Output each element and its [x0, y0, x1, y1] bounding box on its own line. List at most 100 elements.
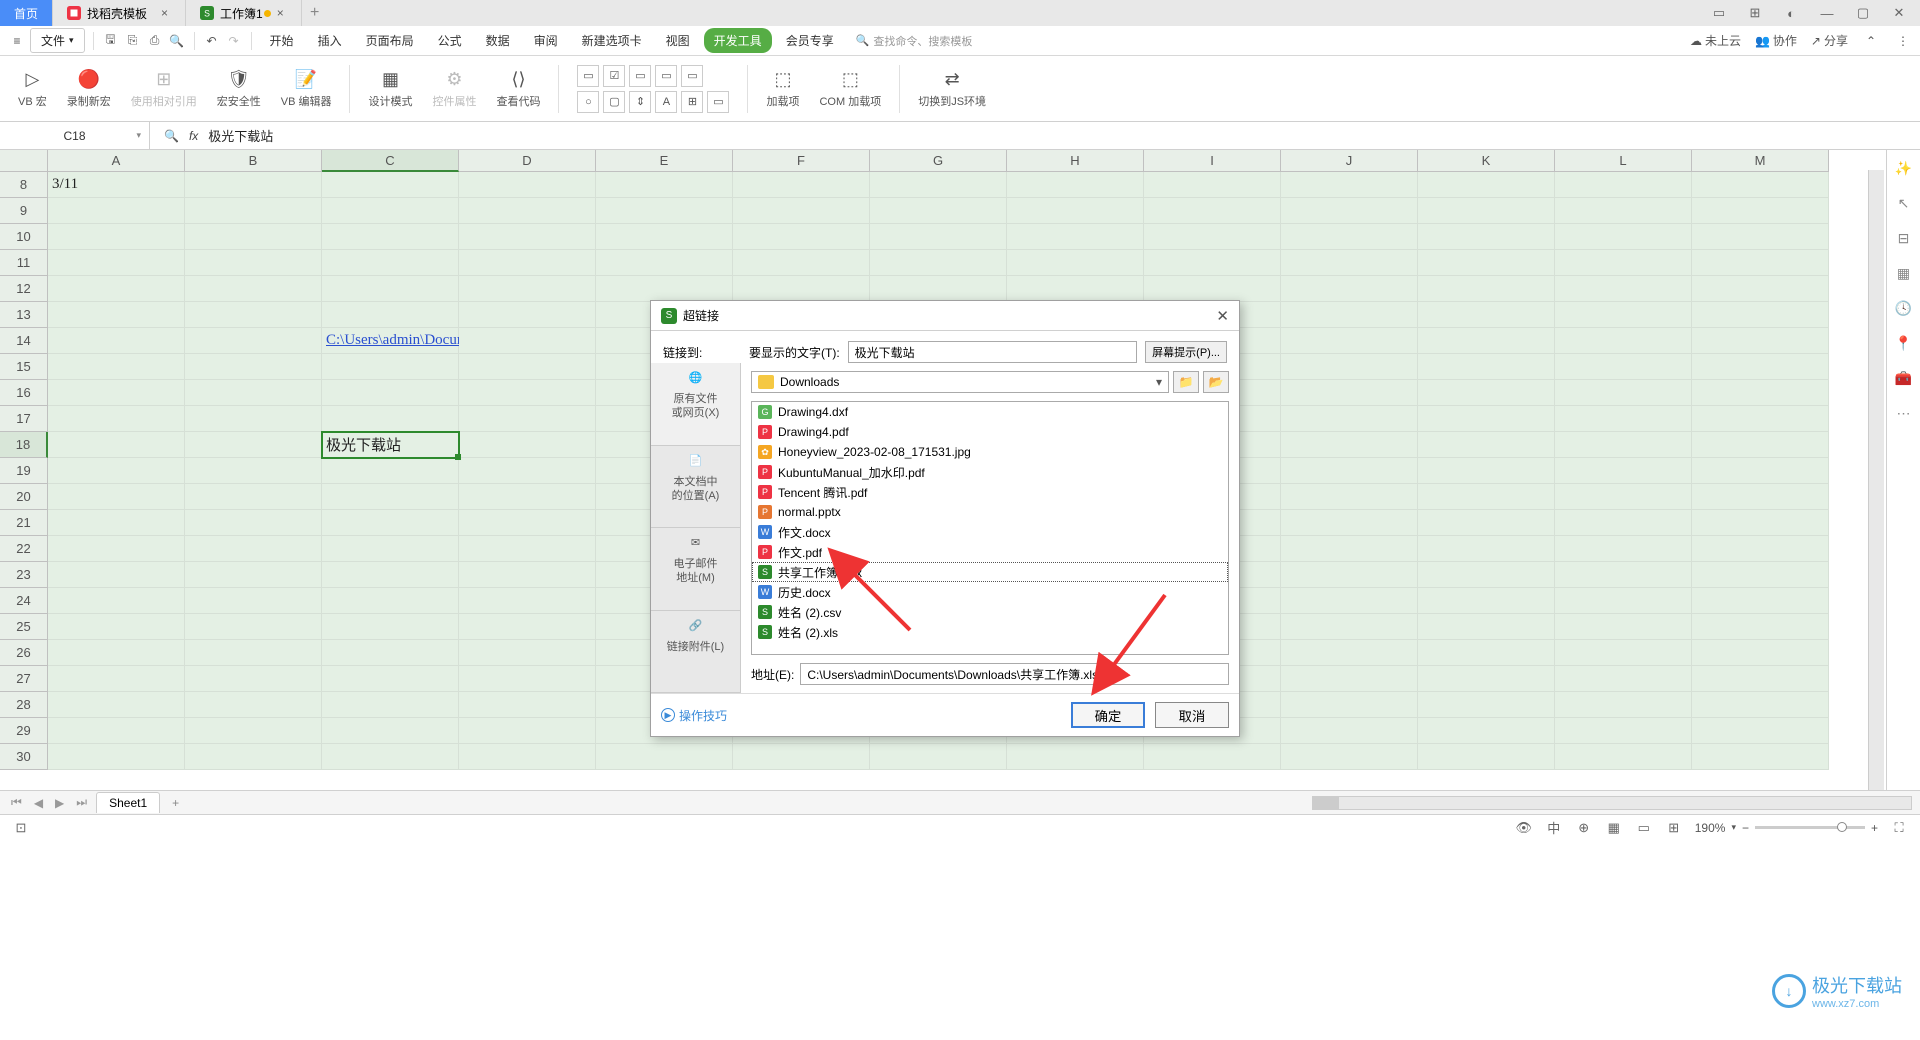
- cell-D29[interactable]: [459, 718, 596, 744]
- up-folder-button[interactable]: 📁: [1173, 371, 1199, 393]
- menu-icon[interactable]: ≡: [8, 32, 26, 50]
- cell-A16[interactable]: [48, 380, 185, 406]
- close-button[interactable]: ✕: [1886, 0, 1912, 26]
- cell-B18[interactable]: [185, 432, 322, 458]
- collab-button[interactable]: 👥 协作: [1755, 32, 1797, 49]
- row-header[interactable]: 26: [0, 640, 48, 666]
- cell-A19[interactable]: [48, 458, 185, 484]
- cell-C26[interactable]: [322, 640, 459, 666]
- cell-I8[interactable]: [1144, 172, 1281, 198]
- rb-view-code[interactable]: ⟨⟩查看代码: [488, 56, 548, 121]
- cell-M10[interactable]: [1692, 224, 1829, 250]
- cell-L19[interactable]: [1555, 458, 1692, 484]
- cell-L8[interactable]: [1555, 172, 1692, 198]
- link-type-place[interactable]: 📄 本文档中的位置(A): [651, 446, 740, 529]
- cell-M26[interactable]: [1692, 640, 1829, 666]
- view-normal-icon[interactable]: ▦: [1605, 819, 1623, 837]
- cell-D17[interactable]: [459, 406, 596, 432]
- input-mode-icon[interactable]: ⊡: [12, 819, 30, 837]
- cell-B17[interactable]: [185, 406, 322, 432]
- cell-A29[interactable]: [48, 718, 185, 744]
- row-header[interactable]: 16: [0, 380, 48, 406]
- row-header[interactable]: 14: [0, 328, 48, 354]
- location-icon[interactable]: 📍: [1895, 335, 1912, 352]
- cell-C20[interactable]: [322, 484, 459, 510]
- screentip-button[interactable]: 屏幕提示(P)...: [1145, 341, 1227, 363]
- cell-A9[interactable]: [48, 198, 185, 224]
- cell-L27[interactable]: [1555, 666, 1692, 692]
- rb-record-macro[interactable]: 🔴录制新宏: [59, 56, 119, 121]
- cell-K22[interactable]: [1418, 536, 1555, 562]
- user-icon[interactable]: ◐: [1778, 0, 1804, 26]
- cell-M18[interactable]: [1692, 432, 1829, 458]
- cell-K11[interactable]: [1418, 250, 1555, 276]
- cell-B11[interactable]: [185, 250, 322, 276]
- file-item[interactable]: S 姓名 (2).xls: [752, 622, 1228, 642]
- cell-J29[interactable]: [1281, 718, 1418, 744]
- file-item[interactable]: W 作文.docx: [752, 522, 1228, 542]
- cell-F11[interactable]: [733, 250, 870, 276]
- cell-D8[interactable]: [459, 172, 596, 198]
- ok-button[interactable]: 确定: [1071, 702, 1145, 728]
- settings-icon[interactable]: ⊕: [1575, 819, 1593, 837]
- cell-J28[interactable]: [1281, 692, 1418, 718]
- cell-D15[interactable]: [459, 354, 596, 380]
- file-item[interactable]: P KubuntuManual_加水印.pdf: [752, 462, 1228, 482]
- row-header[interactable]: 15: [0, 354, 48, 380]
- cell-L14[interactable]: [1555, 328, 1692, 354]
- file-item[interactable]: S 姓名 (2).csv: [752, 602, 1228, 622]
- cell-C22[interactable]: [322, 536, 459, 562]
- dialog-close-button[interactable]: ✕: [1216, 307, 1229, 325]
- tab-prev-icon[interactable]: ◀: [31, 796, 46, 810]
- cell-K12[interactable]: [1418, 276, 1555, 302]
- dropdown-icon[interactable]: ▾: [136, 130, 141, 141]
- cell-M24[interactable]: [1692, 588, 1829, 614]
- cell-L24[interactable]: [1555, 588, 1692, 614]
- tips-link[interactable]: ▶ 操作技巧: [661, 707, 727, 724]
- cell-C16[interactable]: [322, 380, 459, 406]
- fullscreen-icon[interactable]: ⛶: [1890, 819, 1908, 837]
- col-header[interactable]: F: [733, 150, 870, 172]
- ctrl-3[interactable]: ▭: [629, 65, 651, 87]
- cell-M23[interactable]: [1692, 562, 1829, 588]
- cell-J22[interactable]: [1281, 536, 1418, 562]
- cell-M15[interactable]: [1692, 354, 1829, 380]
- row-header[interactable]: 20: [0, 484, 48, 510]
- tab-workbook1[interactable]: S 工作簿1 ×: [186, 0, 302, 26]
- cell-D11[interactable]: [459, 250, 596, 276]
- cell-J9[interactable]: [1281, 198, 1418, 224]
- ctrl-11[interactable]: ▭: [707, 91, 729, 113]
- cell-F9[interactable]: [733, 198, 870, 224]
- col-header[interactable]: C: [322, 150, 459, 172]
- row-header[interactable]: 8: [0, 172, 48, 198]
- view-page-icon[interactable]: ▭: [1635, 819, 1653, 837]
- cell-D26[interactable]: [459, 640, 596, 666]
- cell-D27[interactable]: [459, 666, 596, 692]
- row-header[interactable]: 28: [0, 692, 48, 718]
- cell-M17[interactable]: [1692, 406, 1829, 432]
- col-header[interactable]: M: [1692, 150, 1829, 172]
- cell-J16[interactable]: [1281, 380, 1418, 406]
- cell-C17[interactable]: [322, 406, 459, 432]
- cell-M27[interactable]: [1692, 666, 1829, 692]
- cancel-button[interactable]: 取消: [1155, 702, 1229, 728]
- cell-D9[interactable]: [459, 198, 596, 224]
- menu-tab-dev[interactable]: 开发工具: [704, 28, 772, 53]
- display-text-input[interactable]: [848, 341, 1137, 363]
- cell-A28[interactable]: [48, 692, 185, 718]
- cell-C14[interactable]: C:\Users\admin\Documen: [322, 328, 459, 354]
- ctrl-8[interactable]: ⇕: [629, 91, 651, 113]
- cell-C10[interactable]: [322, 224, 459, 250]
- cell-G10[interactable]: [870, 224, 1007, 250]
- cell-K28[interactable]: [1418, 692, 1555, 718]
- cell-M12[interactable]: [1692, 276, 1829, 302]
- cell-K15[interactable]: [1418, 354, 1555, 380]
- cell-J21[interactable]: [1281, 510, 1418, 536]
- cell-F30[interactable]: [733, 744, 870, 770]
- cell-I9[interactable]: [1144, 198, 1281, 224]
- cell-B14[interactable]: [185, 328, 322, 354]
- cell-D12[interactable]: [459, 276, 596, 302]
- cell-K10[interactable]: [1418, 224, 1555, 250]
- cell-J11[interactable]: [1281, 250, 1418, 276]
- cell-B29[interactable]: [185, 718, 322, 744]
